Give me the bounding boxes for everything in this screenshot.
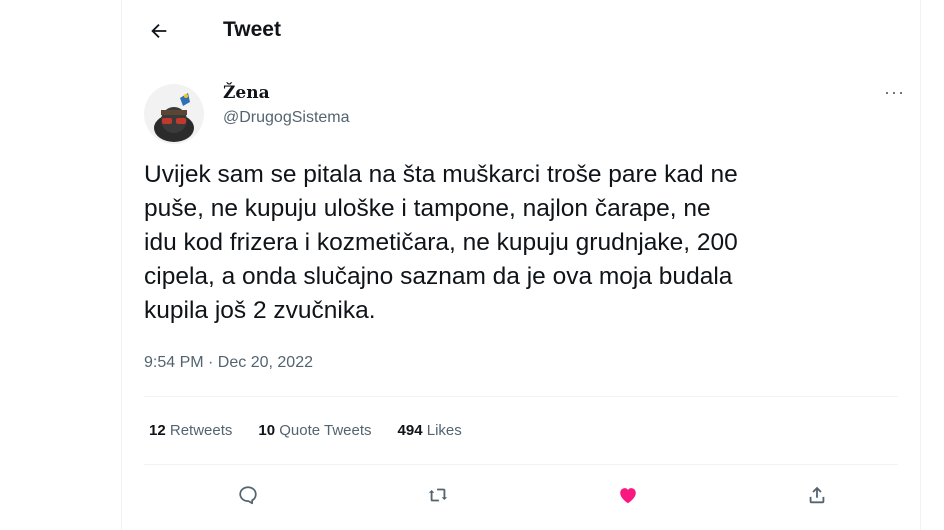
likes-label: Likes	[426, 422, 462, 439]
author-handle[interactable]: @DrugogSistema	[223, 108, 350, 128]
retweet-icon	[428, 488, 448, 502]
quote-tweets-stat[interactable]: 10 Quote Tweets	[258, 421, 371, 441]
back-button[interactable]	[142, 14, 176, 48]
divider	[144, 464, 898, 465]
tweet-stats: 12 Retweets 10 Quote Tweets 494 Likes	[149, 421, 462, 441]
author-avatar[interactable]	[144, 84, 204, 144]
more-options-button[interactable]: ···	[884, 82, 905, 102]
likes-count: 494	[397, 422, 423, 439]
arrow-left-icon	[151, 23, 167, 39]
share-icon	[809, 486, 825, 504]
retweets-stat[interactable]: 12 Retweets	[149, 421, 232, 441]
page-title: Tweet	[223, 18, 281, 41]
share-button[interactable]	[801, 479, 833, 511]
tweet-timestamp[interactable]: 9:54 PM · Dec 20, 2022	[144, 353, 313, 373]
like-heart-icon	[620, 488, 636, 504]
retweets-label: Retweets	[169, 422, 233, 439]
tweet-text: Uvijek sam se pitala na šta muškarci tro…	[144, 161, 738, 324]
quote-tweets-count: 10	[258, 422, 276, 439]
quote-tweets-label: Quote Tweets	[279, 422, 372, 439]
retweets-count: 12	[149, 422, 166, 439]
reply-icon	[239, 486, 257, 505]
more-icon: ···	[884, 82, 905, 102]
author-display-name[interactable]: Žena	[223, 83, 270, 103]
tweet-header: Tweet	[122, 0, 920, 62]
tweet-column: Tweet Žena @DrugogSistema ··· Uvijek sam…	[121, 0, 921, 530]
divider	[144, 396, 898, 397]
likes-stat[interactable]: 494 Likes	[398, 421, 462, 441]
reply-button[interactable]	[232, 479, 264, 511]
avatar-image	[144, 84, 204, 144]
retweet-button[interactable]	[422, 479, 454, 511]
like-button[interactable]	[612, 479, 644, 511]
tweet-actions	[144, 475, 898, 515]
